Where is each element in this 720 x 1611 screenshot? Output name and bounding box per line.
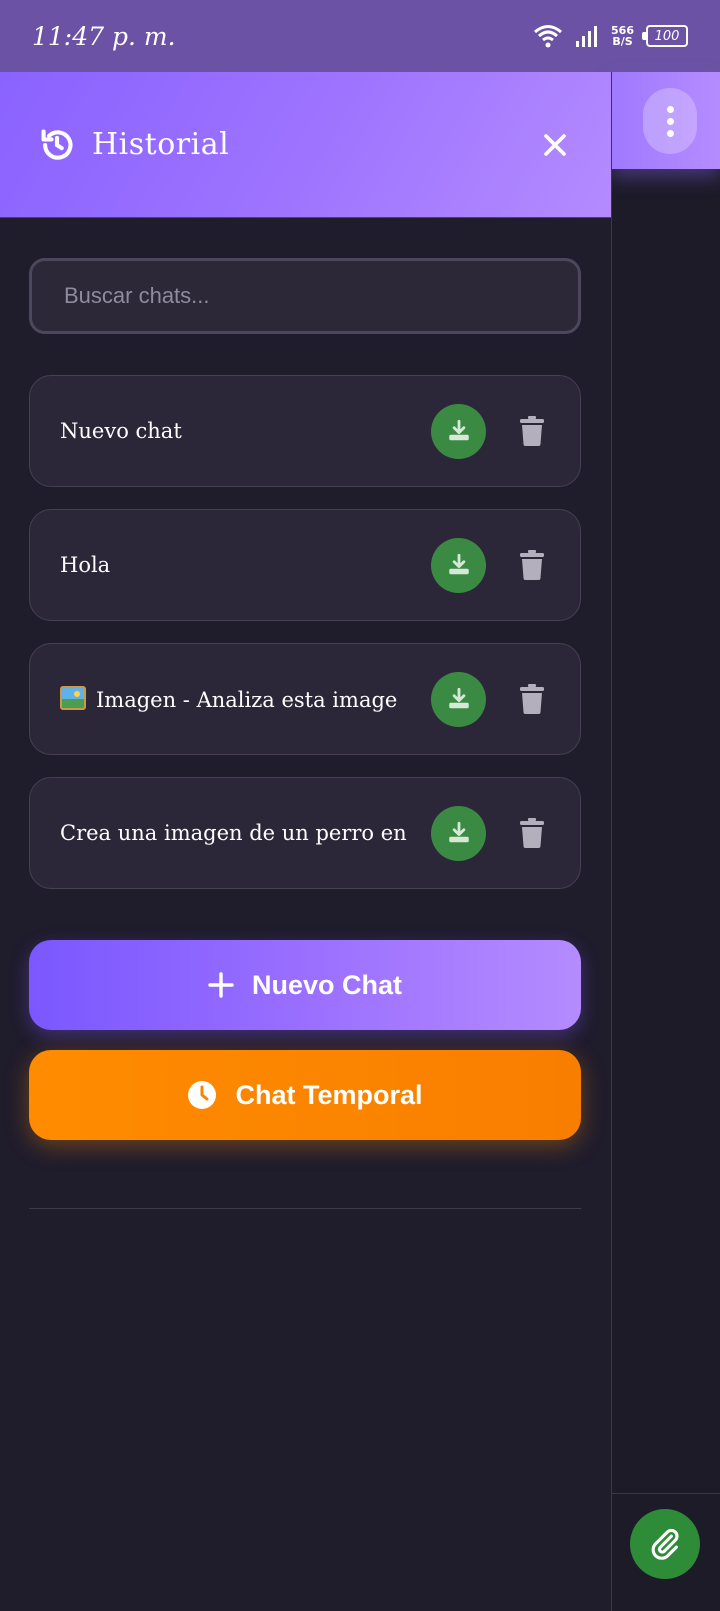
trash-icon xyxy=(520,818,544,848)
battery-level: 100 xyxy=(654,28,680,44)
chat-title: Crea una imagen de un perro en xyxy=(60,821,407,845)
search-input[interactable] xyxy=(62,282,548,310)
more-dots-icon xyxy=(666,129,674,137)
divider xyxy=(611,1493,720,1494)
history-icon xyxy=(41,128,73,160)
attach-button[interactable] xyxy=(630,1509,700,1579)
trash-icon xyxy=(520,684,544,714)
background-app-header xyxy=(611,72,720,169)
trash-icon xyxy=(520,416,544,446)
download-icon xyxy=(448,821,469,843)
close-button[interactable] xyxy=(537,127,573,163)
download-button[interactable] xyxy=(431,403,486,459)
delete-button[interactable] xyxy=(514,815,550,851)
download-button[interactable] xyxy=(431,805,486,861)
status-bar: 11:47 p. m. 566 B/S 100 xyxy=(0,0,720,72)
paperclip-icon xyxy=(651,1528,679,1560)
more-options-button[interactable] xyxy=(643,88,697,154)
speed-unit: B/S xyxy=(612,35,633,48)
temporary-chat-button[interactable]: Chat Temporal xyxy=(29,1050,581,1140)
list-item[interactable]: Hola xyxy=(29,509,581,621)
background-app xyxy=(611,72,720,1611)
clock-icon xyxy=(188,1081,217,1109)
divider xyxy=(29,1208,581,1209)
signal-icon xyxy=(576,26,598,47)
close-icon xyxy=(544,133,566,156)
delete-button[interactable] xyxy=(514,547,550,583)
chat-list: Nuevo chat Hola Imagen - Analiza esta im… xyxy=(29,375,581,911)
chat-title: Nuevo chat xyxy=(60,419,182,443)
more-dots-icon xyxy=(666,105,674,113)
download-icon xyxy=(448,553,469,575)
framed-picture-icon xyxy=(60,686,86,710)
list-item[interactable]: Crea una imagen de un perro en xyxy=(29,777,581,889)
list-item[interactable]: Nuevo chat xyxy=(29,375,581,487)
more-dots-icon xyxy=(666,117,674,125)
search-box xyxy=(29,258,581,334)
wifi-icon xyxy=(534,25,562,48)
status-icons: 566 B/S 100 xyxy=(533,24,688,48)
history-drawer: Historial Nuevo chat xyxy=(0,72,612,1611)
drawer-header: Historial xyxy=(0,72,611,218)
list-item[interactable]: Imagen - Analiza esta image xyxy=(29,643,581,755)
delete-button[interactable] xyxy=(514,681,550,717)
download-icon xyxy=(448,687,469,709)
status-time: 11:47 p. m. xyxy=(32,21,176,51)
new-chat-label: Nuevo Chat xyxy=(251,969,403,1000)
drawer-title: Historial xyxy=(92,127,230,162)
download-button[interactable] xyxy=(431,537,486,593)
chat-title: Hola xyxy=(60,553,111,577)
download-icon xyxy=(448,419,469,441)
battery-icon: 100 xyxy=(642,25,688,47)
network-speed: 566 B/S xyxy=(611,25,634,47)
new-chat-button[interactable]: Nuevo Chat xyxy=(29,940,581,1030)
chat-title: Imagen - Analiza esta image xyxy=(60,686,409,712)
chat-title-text: Imagen - Analiza esta image xyxy=(96,688,398,712)
delete-button[interactable] xyxy=(514,413,550,449)
download-button[interactable] xyxy=(431,671,486,727)
plus-icon xyxy=(208,972,234,998)
trash-icon xyxy=(520,550,544,580)
temporary-chat-label: Chat Temporal xyxy=(235,1079,423,1110)
